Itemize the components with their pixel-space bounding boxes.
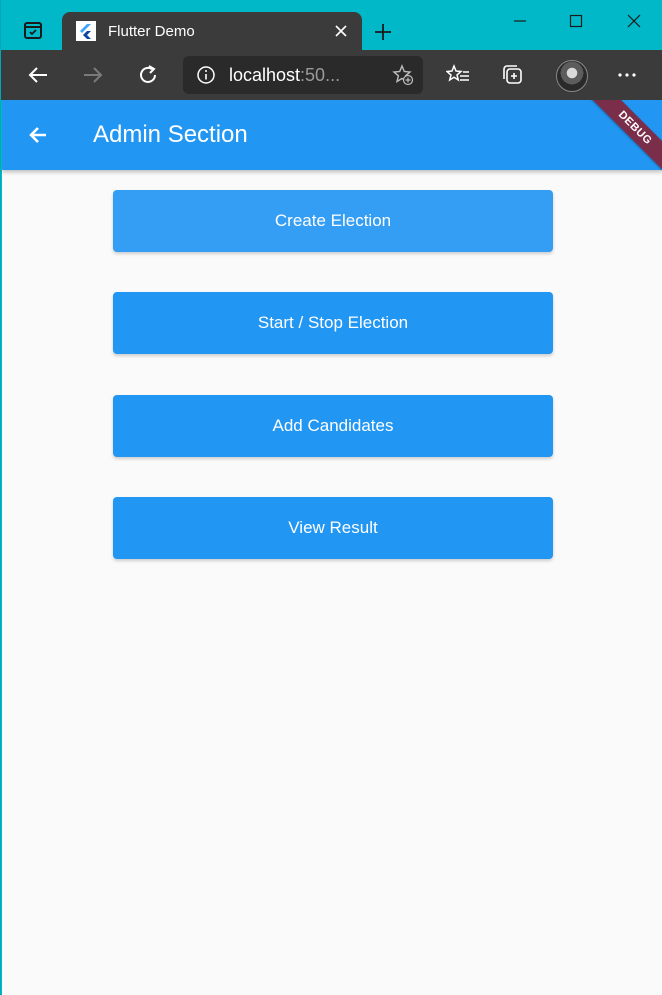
plus-icon[interactable] [369, 18, 397, 46]
maximize-icon[interactable] [547, 4, 605, 38]
address-host: localhost [229, 64, 301, 85]
add-candidates-button[interactable]: Add Candidates [113, 395, 553, 457]
star-plus-icon[interactable] [383, 56, 423, 94]
browser-tab[interactable]: Flutter Demo [62, 12, 362, 50]
app-bar: Admin Section DEBUG [2, 100, 662, 174]
minimize-icon[interactable] [491, 4, 549, 38]
ellipsis-icon[interactable] [610, 58, 644, 92]
address-port: :50... [300, 64, 341, 85]
profile-avatar[interactable] [556, 60, 588, 92]
refresh-icon[interactable] [131, 58, 165, 92]
collections-icon[interactable] [496, 58, 530, 92]
arrow-left-icon[interactable] [21, 58, 55, 92]
start-stop-election-button[interactable]: Start / Stop Election [113, 292, 553, 354]
window-close-icon[interactable] [605, 4, 662, 38]
tab-title: Flutter Demo [108, 22, 195, 40]
address-text[interactable]: localhost:50... [229, 65, 383, 86]
page-title: Admin Section [93, 121, 248, 148]
debug-banner: DEBUG [589, 100, 662, 174]
flutter-logo-icon [76, 21, 96, 41]
info-icon[interactable] [183, 56, 229, 94]
tab-actions-icon[interactable] [15, 12, 51, 48]
back-arrow-icon[interactable] [18, 117, 58, 153]
favorites-list-icon[interactable] [441, 58, 475, 92]
tab-strip: Flutter Demo [1, 0, 662, 50]
create-election-button[interactable]: Create Election [113, 190, 553, 252]
view-result-button[interactable]: View Result [113, 497, 553, 559]
close-icon[interactable] [326, 16, 356, 46]
address-bar[interactable]: localhost:50... [183, 56, 423, 94]
browser-window: Flutter Demo localhost:50... Admin Secti… [0, 0, 662, 995]
app-page: Admin Section DEBUG Create Election Star… [2, 100, 662, 995]
arrow-right-icon[interactable] [76, 58, 110, 92]
